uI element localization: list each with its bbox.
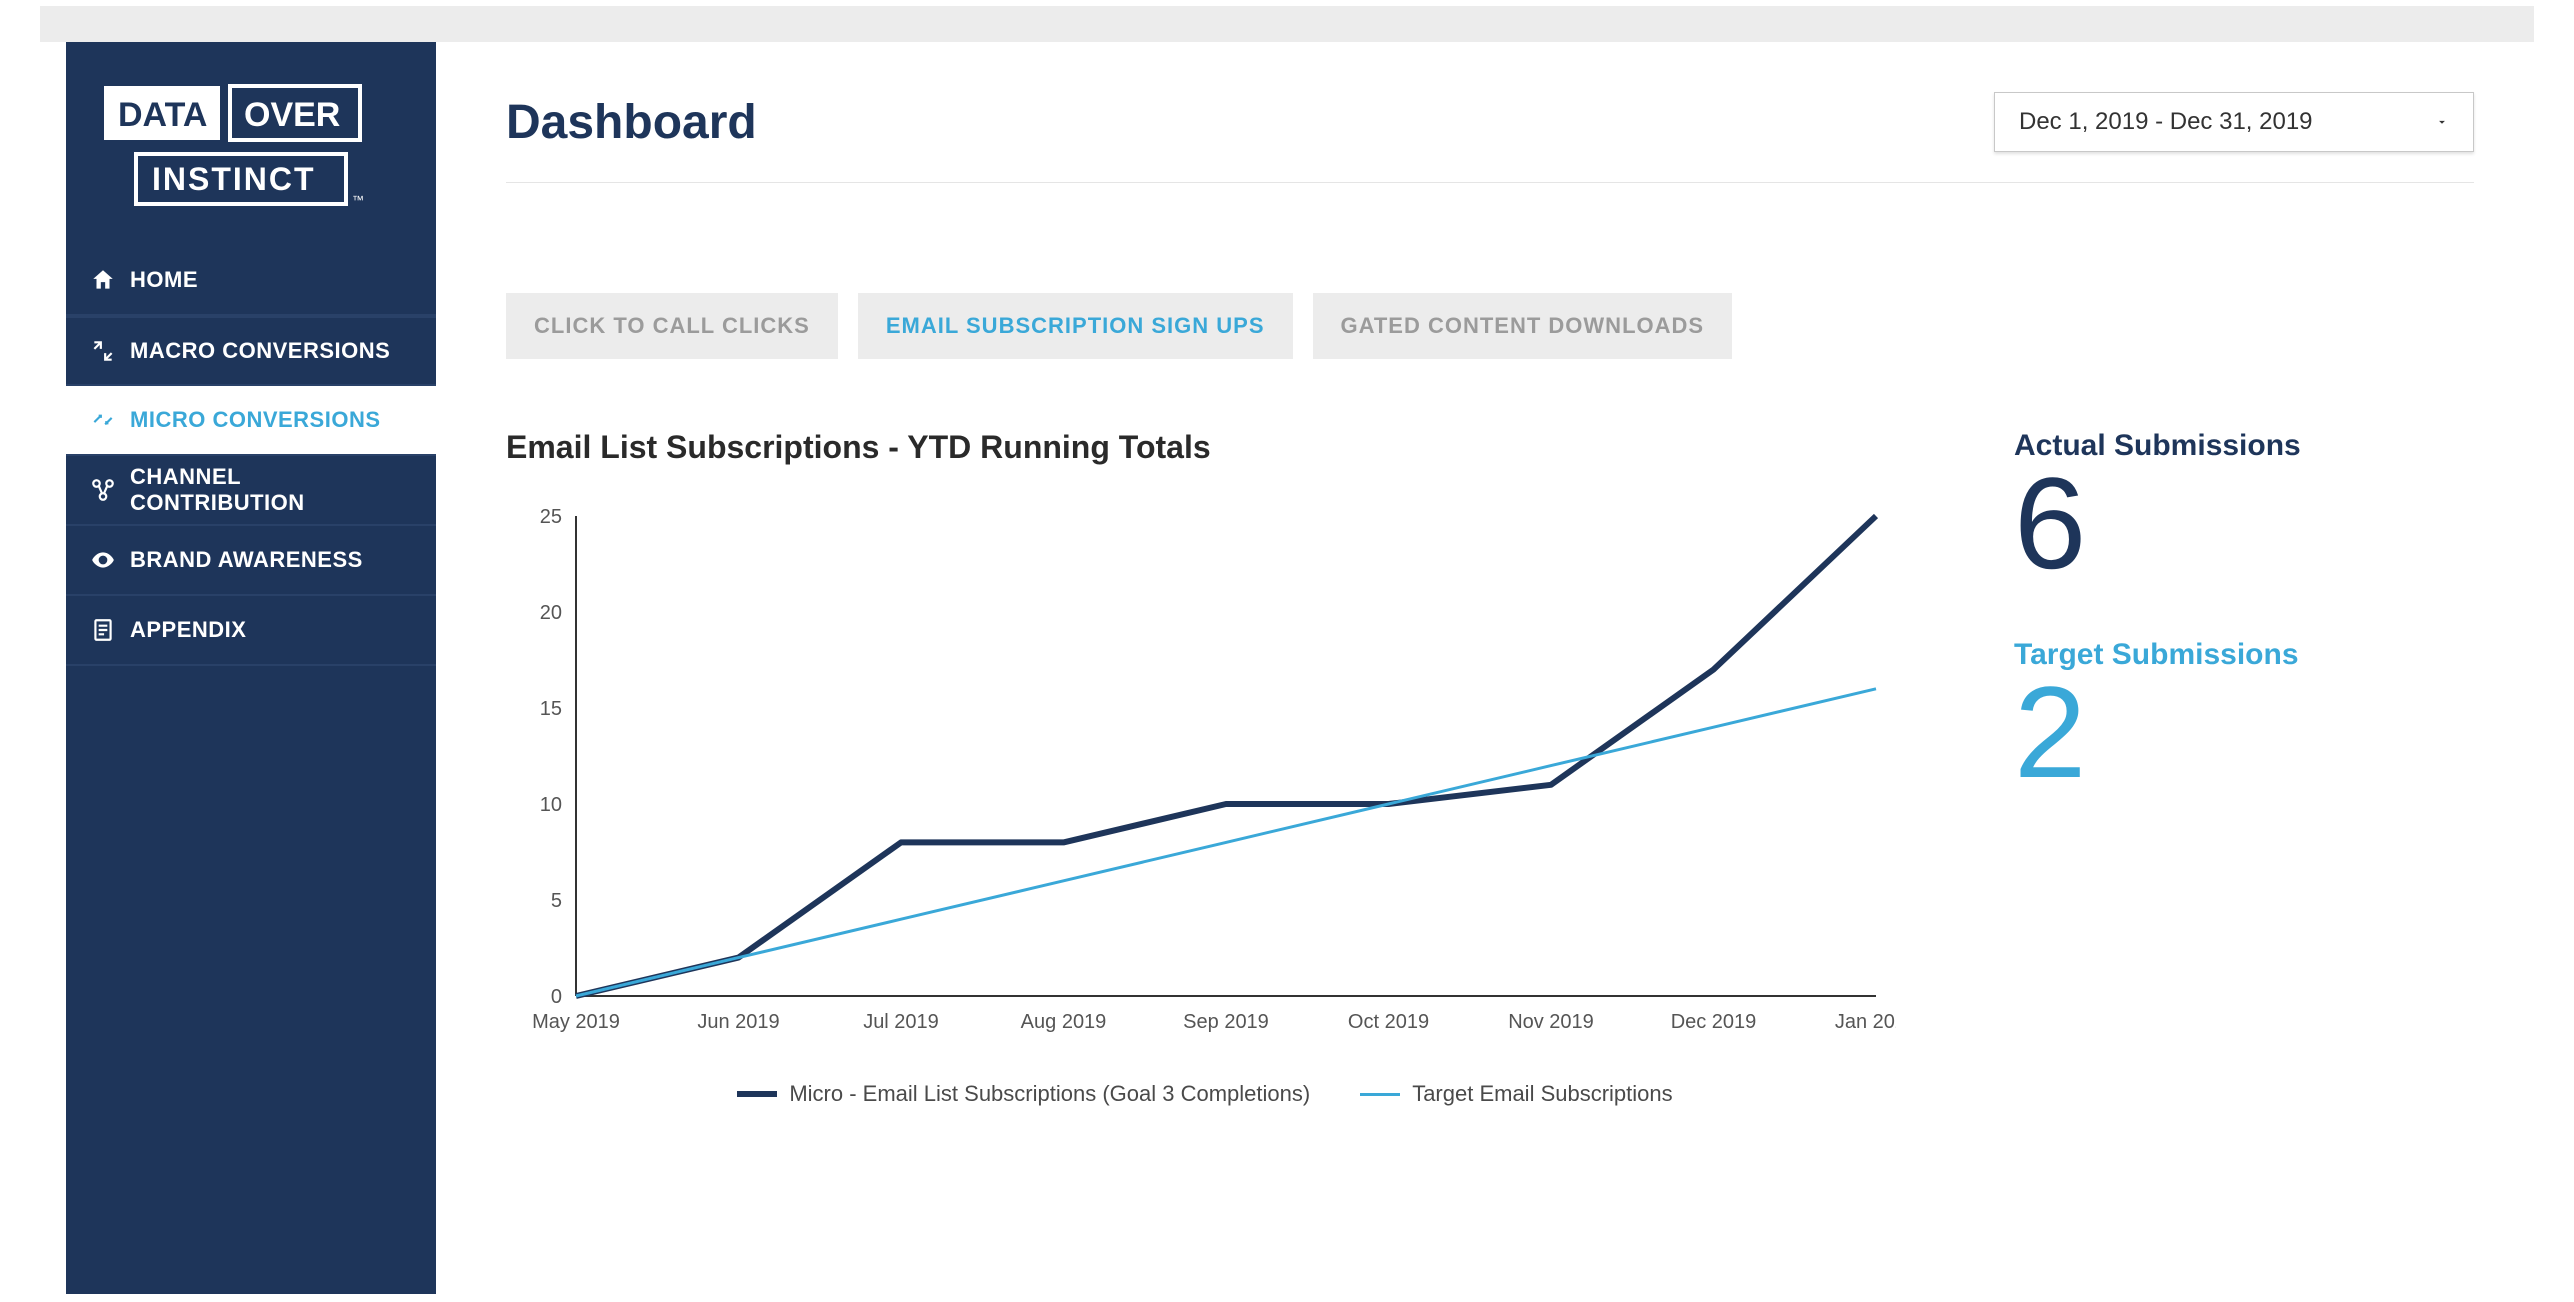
sidebar-item-label: BRAND AWARENESS bbox=[130, 547, 363, 573]
brand-logo: DATA OVER INSTINCT ™ bbox=[66, 42, 436, 246]
eye-icon bbox=[90, 547, 116, 573]
svg-text:20: 20 bbox=[540, 602, 562, 624]
legend-label: Target Email Subscriptions bbox=[1412, 1081, 1672, 1107]
home-icon bbox=[90, 267, 116, 293]
chart-legend: Micro - Email List Subscriptions (Goal 3… bbox=[506, 1081, 1904, 1107]
svg-text:May 2019: May 2019 bbox=[532, 1011, 620, 1033]
svg-text:25: 25 bbox=[540, 506, 562, 528]
chart-column: Email List Subscriptions - YTD Running T… bbox=[506, 429, 1904, 1107]
sidebar-item-appendix[interactable]: APPENDIX bbox=[66, 596, 436, 666]
svg-text:Dec 2019: Dec 2019 bbox=[1671, 1011, 1757, 1033]
sidebar-item-label: MACRO CONVERSIONS bbox=[130, 338, 390, 364]
caret-down-icon bbox=[2435, 108, 2449, 136]
tabs: CLICK TO CALL CLICKS EMAIL SUBSCRIPTION … bbox=[506, 293, 2474, 359]
top-strip bbox=[40, 6, 2534, 42]
sidebar-item-brand-awareness[interactable]: BRAND AWARENESS bbox=[66, 526, 436, 596]
legend-item-actual: Micro - Email List Subscriptions (Goal 3… bbox=[737, 1081, 1310, 1107]
sidebar-item-label: APPENDIX bbox=[130, 617, 246, 643]
svg-text:0: 0 bbox=[551, 986, 562, 1008]
legend-swatch-navy bbox=[737, 1091, 777, 1097]
tab-click-to-call[interactable]: CLICK TO CALL CLICKS bbox=[506, 293, 838, 359]
sidebar-item-label: HOME bbox=[130, 267, 198, 293]
svg-text:5: 5 bbox=[551, 890, 562, 912]
page-title: Dashboard bbox=[506, 95, 757, 150]
stats-column: Actual Submissions 6 Target Submissions … bbox=[2014, 429, 2474, 1107]
legend-item-target: Target Email Subscriptions bbox=[1360, 1081, 1672, 1107]
header-row: Dashboard Dec 1, 2019 - Dec 31, 2019 bbox=[506, 92, 2474, 183]
sidebar-item-label: MICRO CONVERSIONS bbox=[130, 407, 381, 433]
appendix-icon bbox=[90, 617, 116, 643]
svg-text:Nov 2019: Nov 2019 bbox=[1508, 1011, 1594, 1033]
sidebar-item-micro-conversions[interactable]: MICRO CONVERSIONS bbox=[66, 386, 436, 456]
line-chart: 0 5 10 15 20 25 May 2019 Jun 2019 Jul 2019 Aug 20… bbox=[506, 496, 1896, 1056]
chart-title: Email List Subscriptions - YTD Running T… bbox=[506, 429, 1904, 466]
svg-text:Jul 2019: Jul 2019 bbox=[863, 1011, 939, 1033]
svg-text:10: 10 bbox=[540, 794, 562, 816]
legend-swatch-blue bbox=[1360, 1093, 1400, 1096]
tab-email-subscription[interactable]: EMAIL SUBSCRIPTION SIGN UPS bbox=[858, 293, 1293, 359]
svg-text:15: 15 bbox=[540, 698, 562, 720]
brand-instinct-text: INSTINCT bbox=[152, 161, 316, 197]
app-root: DATA OVER INSTINCT ™ HOME MACRO CONVERSI… bbox=[0, 0, 2574, 1302]
svg-text:Jan 2020: Jan 2020 bbox=[1835, 1011, 1896, 1033]
sidebar: DATA OVER INSTINCT ™ HOME MACRO CONVERSI… bbox=[66, 42, 436, 1294]
sidebar-item-macro-conversions[interactable]: MACRO CONVERSIONS bbox=[66, 316, 436, 386]
macro-icon bbox=[90, 338, 116, 364]
legend-label: Micro - Email List Subscriptions (Goal 3… bbox=[789, 1081, 1310, 1107]
channel-icon bbox=[90, 477, 116, 503]
micro-icon bbox=[90, 407, 116, 433]
svg-text:Jun 2019: Jun 2019 bbox=[697, 1011, 779, 1033]
svg-text:Sep 2019: Sep 2019 bbox=[1183, 1011, 1269, 1033]
sidebar-nav: HOME MACRO CONVERSIONS MICRO CONVERSIONS… bbox=[66, 246, 436, 666]
date-range-text: Dec 1, 2019 - Dec 31, 2019 bbox=[2019, 108, 2313, 136]
stat-target-value: 2 bbox=[2014, 667, 2474, 797]
date-range-picker[interactable]: Dec 1, 2019 - Dec 31, 2019 bbox=[1994, 92, 2474, 152]
chart-box: 0 5 10 15 20 25 May 2019 Jun 2019 Jul 2019 Aug 20… bbox=[506, 496, 1904, 1061]
brand-data-text: DATA bbox=[118, 96, 207, 134]
tab-gated-content[interactable]: GATED CONTENT DOWNLOADS bbox=[1313, 293, 1733, 359]
brand-tm: ™ bbox=[352, 193, 364, 207]
svg-text:Oct 2019: Oct 2019 bbox=[1348, 1011, 1429, 1033]
sidebar-item-channel-contribution[interactable]: CHANNEL CONTRIBUTION bbox=[66, 456, 436, 526]
svg-text:Aug 2019: Aug 2019 bbox=[1021, 1011, 1107, 1033]
main-content: Dashboard Dec 1, 2019 - Dec 31, 2019 CLI… bbox=[436, 42, 2534, 1294]
sidebar-item-label: CHANNEL CONTRIBUTION bbox=[130, 464, 412, 516]
stat-actual-value: 6 bbox=[2014, 458, 2474, 588]
sidebar-item-home[interactable]: HOME bbox=[66, 246, 436, 316]
brand-over-text: OVER bbox=[244, 96, 340, 134]
panel: Email List Subscriptions - YTD Running T… bbox=[506, 429, 2474, 1107]
